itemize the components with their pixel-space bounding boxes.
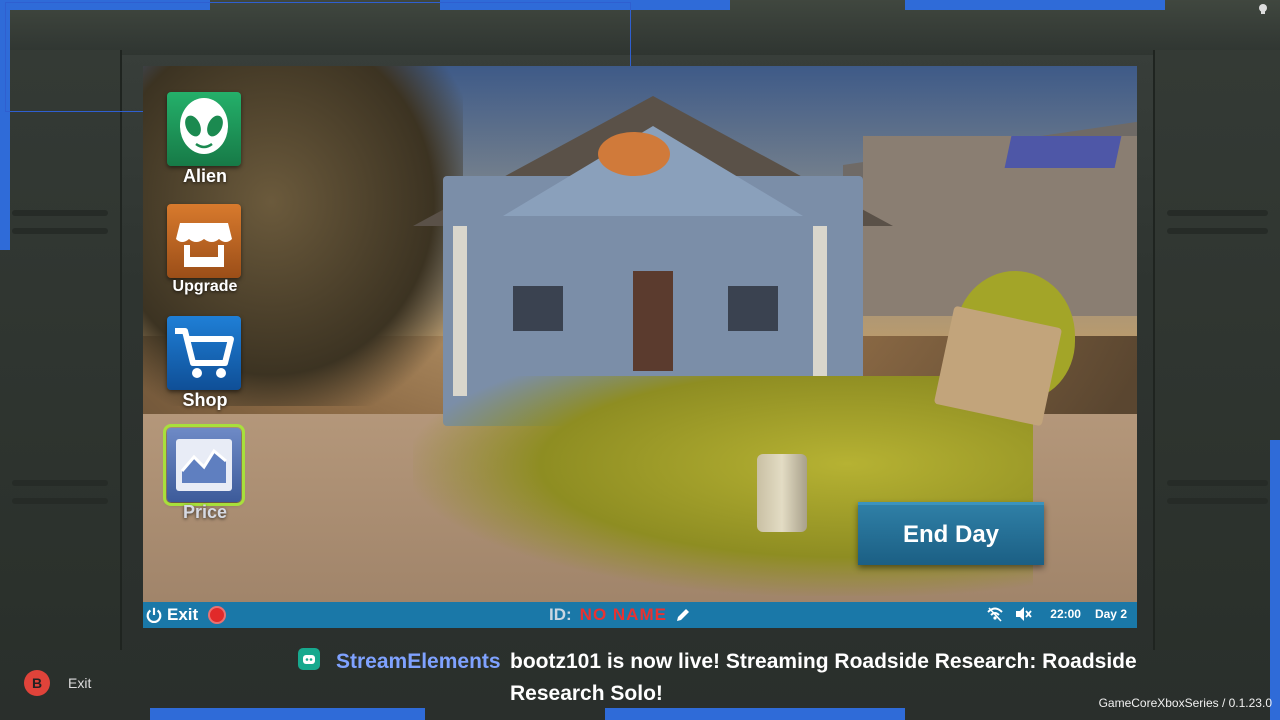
salmon-can [757, 454, 807, 532]
player-id: ID: NO NAME [549, 605, 691, 625]
app-shop-button[interactable]: Shop [165, 314, 245, 422]
panel-rib [1167, 498, 1268, 504]
status-bar: Exit ID: NO NAME 22:00 Day 2 [143, 602, 1137, 628]
end-day-button[interactable]: End Day [858, 502, 1044, 565]
app-price-button[interactable]: Price [163, 424, 245, 534]
record-icon[interactable] [208, 606, 227, 624]
house-sign [598, 132, 670, 176]
skull-icon [1259, 4, 1267, 14]
app-upgrade-button[interactable]: Upgrade [165, 202, 245, 310]
shop-front-icon [176, 223, 232, 267]
b-button-icon: B [24, 670, 50, 696]
house-window [513, 286, 563, 331]
alien-tile [167, 92, 241, 166]
controller-exit-label: Exit [68, 675, 92, 691]
shop-tile [167, 316, 241, 390]
price-tile [163, 424, 245, 506]
exit-label: Exit [167, 605, 199, 624]
solar-panel [1004, 136, 1122, 168]
upgrade-tile [167, 204, 241, 278]
panel-rib [12, 210, 108, 216]
panel-rib [12, 480, 108, 486]
porch-column [813, 226, 827, 396]
build-version: GameCoreXboxSeries / 0.1.23.0 [1098, 696, 1272, 710]
app-alien-label: Alien [182, 166, 227, 186]
app-price-label: Price [182, 502, 228, 522]
time-display: 22:00 [1050, 607, 1081, 621]
statusbar-exit-button[interactable]: Exit [145, 605, 227, 625]
blue-edge-accent [150, 708, 425, 720]
streamelements-icon [298, 648, 320, 670]
controller-exit-hint[interactable]: B Exit [24, 670, 91, 696]
wifi-off-icon [987, 607, 1003, 622]
app-upgrade-label: Upgrade [172, 278, 238, 295]
price-chart-icon [176, 439, 232, 491]
app-shop-label: Shop [182, 390, 228, 410]
statusbar-right: 22:00 Day 2 [986, 606, 1127, 622]
alien-icon [180, 98, 228, 154]
id-label: ID: [549, 605, 572, 624]
panel-rib [12, 228, 108, 234]
panel-rib [1167, 228, 1268, 234]
house-door [633, 271, 673, 371]
panel-rib [12, 498, 108, 504]
panel-rib [1167, 480, 1268, 486]
day-display: Day 2 [1094, 607, 1127, 621]
stream-source: StreamElements [336, 650, 501, 673]
house-window [728, 286, 778, 331]
pencil-edit-icon[interactable] [675, 607, 691, 623]
right-side-panel [1153, 50, 1280, 650]
id-value: NO NAME [579, 605, 667, 624]
game-screen: Alien Upgrade Shop Price End Day Exit ID… [143, 66, 1137, 628]
panel-rib [1167, 210, 1268, 216]
blue-edge-accent [905, 0, 1165, 10]
power-icon [146, 607, 162, 624]
porch-column [453, 226, 467, 396]
shopping-cart-icon [175, 328, 234, 378]
left-side-panel [0, 50, 122, 650]
app-alien-button[interactable]: Alien [165, 90, 245, 198]
blue-edge-accent [1270, 440, 1280, 720]
mute-icon[interactable] [1014, 606, 1032, 622]
